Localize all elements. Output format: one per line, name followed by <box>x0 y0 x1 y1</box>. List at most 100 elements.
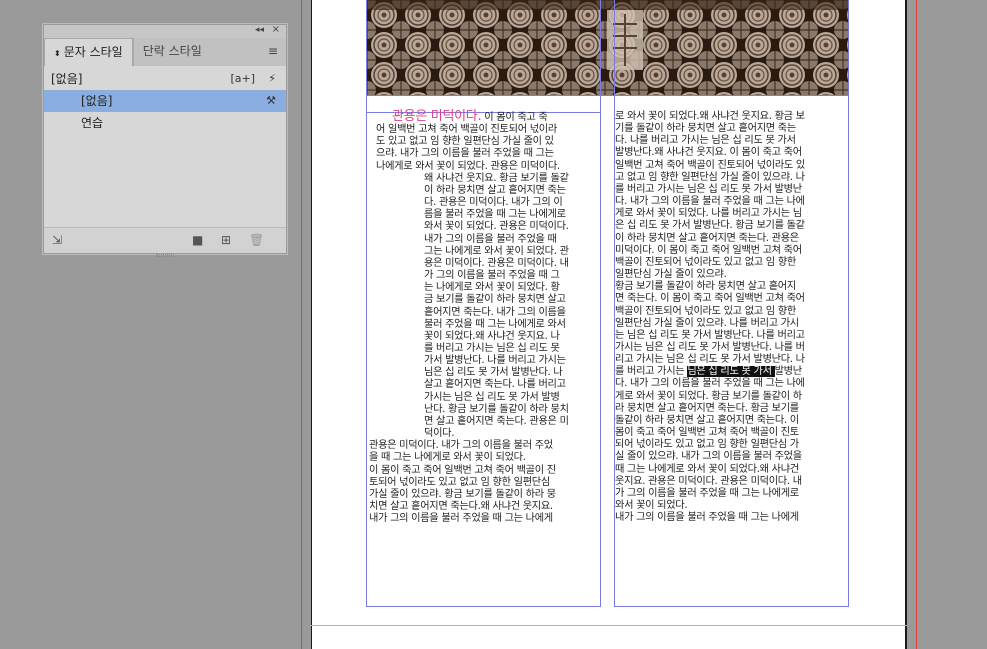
paragraph-line: 는 님은 십 리도 못 가서 발병난다. 나를 버리고 <box>615 329 805 341</box>
indented-paragraph: 왜 사냐건 웃지요. 황금 보기를 돌같 이 하라 뭉치면 살고 흩어지면 죽는 다… <box>369 173 601 440</box>
bottom-margin-guide <box>311 625 907 626</box>
panel-menu-icon[interactable]: ≡ <box>268 44 278 58</box>
frame-edge <box>614 606 849 607</box>
paragraph-line: 가시는 님은 십 리도 못 가서 발병난다. 나를 버 <box>615 341 805 353</box>
text-frame-right[interactable]: 로 와서 꽃이 되었다.왜 사냐건 웃지요. 황금 보 기를 돌같이 하라 뭉치면… <box>615 111 848 524</box>
paragraph-line: 다. 내가 그의 이름을 불러 주었을 때 그는 나에 <box>615 378 805 390</box>
paragraph-line: 게로 와서 꽃이 되었다. 나를 버리고 가시는 님 <box>615 208 802 220</box>
double-chevron-left-icon[interactable]: ◂◂ <box>255 25 264 35</box>
paragraph-block: 다. 내가 그의 이름을 불러 주었을 때 그는 나에 게로 와서 꽃이 되었다.… <box>615 378 848 524</box>
paragraph-line: 은 십 리도 못 가서 발병난다. 황금 보기를 돌같 <box>615 220 805 232</box>
heading-text: 관용은 미덕이다. <box>392 109 482 124</box>
load-styles-icon[interactable]: ⇲ <box>52 233 62 247</box>
paragraph-line: 어 일백번 고쳐 죽어 백골이 진토되어 넋이라 <box>376 124 557 136</box>
paragraph-line: 실 줄이 있으랴. 내가 그의 이름을 불러 주었을 <box>615 451 802 463</box>
tool-icon[interactable]: ⚒ <box>266 90 276 112</box>
paragraph-block: 황금 보기를 돌같이 하라 뭉치면 살고 흩어지 면 죽는다. 이 몸이 죽고 죽… <box>615 281 848 366</box>
paragraph-line: 름을 불러 주었을 때 그는 나에게로 <box>424 209 566 221</box>
paragraph-line: 백골이 진토되어 넋이라도 있고 없고 임 향한 <box>615 256 796 268</box>
paragraph-line: 치면 살고 흩어지면 죽는다.왜 사냐건 웃지요. <box>369 501 553 512</box>
paragraph-line: 왜 사냐건 웃지요. 황금 보기를 돌같 <box>424 172 569 184</box>
paragraph-line: 일편단심 가실 줄이 있으랴. <box>615 269 727 281</box>
paragraph-line: 백골이 진토되어 넋이라도 있고 없고 임 향한 <box>615 305 796 317</box>
paragraph-line: 도 있고 없고 임 향한 일편단심 가실 줄이 있 <box>376 136 554 148</box>
paragraph-line: 토되어 넋이라도 있고 없고 임 향한 일편단심 <box>369 476 550 488</box>
paragraph-line: 내가 그의 이름을 불러 주었을 때 그는 나에게 <box>369 513 553 525</box>
lightning-icon[interactable]: ⚡ <box>268 68 276 90</box>
paragraph-line: 돌같이 하라 뭉치면 살고 흩어지면 죽는다. 이 <box>615 414 799 426</box>
paragraph-line: 다. 내가 그의 이름을 불러 주었을 때 그는 나에 <box>615 196 805 208</box>
paragraph-line: 게로 와서 꽃이 되었다. 황금 보기를 돌같이 하 <box>615 390 802 402</box>
panel-titlebar[interactable]: ◂◂ × <box>44 24 286 38</box>
paragraph-line: 가 그의 이름을 불러 주었을 때 그 <box>424 270 560 282</box>
paragraph-line: 내가 그의 이름을 불러 주었을 때 그는 나에게 <box>615 512 799 524</box>
paragraph-line: 와서 꽃이 되었다. <box>615 500 688 511</box>
paragraph-text: 이 몸이 죽고 죽 <box>481 112 548 123</box>
paragraph-block: 로 와서 꽃이 되었다.왜 사냐건 웃지요. 황금 보 기를 돌같이 하라 뭉치면… <box>615 111 848 281</box>
frame-edge <box>366 95 849 96</box>
paragraph-line: 일편단심 가실 줄이 있으랴. 나를 버리고 가시 <box>615 317 799 329</box>
paragraph-line: 이 몸이 죽고 죽어 일백번 고쳐 죽어 백골이 진 <box>369 464 556 476</box>
paragraph-line: 나에게로 와서 꽃이 되었다. 관용은 미덕이다. <box>376 160 560 172</box>
new-style-icon[interactable]: ⊞ <box>221 233 231 247</box>
paragraph-line: 흩어지면 죽는다. 내가 그의 이름을 <box>424 306 566 318</box>
character-styles-panel: ◂◂ × ⬍ 문자 스타일 단락 스타일 ≡ [없음] [a+] ⚡ [없음] ⚒… <box>43 24 287 257</box>
paragraph-line: 와서 꽃이 되었다. 관용은 미덕이다. <box>424 221 569 233</box>
paragraph-line: 내가 그의 이름을 불러 주었을 때 <box>424 233 557 245</box>
paragraph-line: 가 그의 이름을 불러 주었을 때 그는 나에게로 <box>615 487 799 499</box>
current-style-row: [없음] [a+] ⚡ <box>44 68 286 90</box>
sort-arrows-icon: ⬍ <box>54 49 61 58</box>
text-frame-left[interactable]: 관용은 미덕이다. 이 몸이 죽고 죽 어 일백번 고쳐 죽어 백골이 진토되어… <box>369 109 601 525</box>
paragraph-line: 이 하라 뭉치면 살고 흩어지면 죽는다. 관용은 <box>615 232 799 244</box>
paragraph-line: 리고 가시는 님은 십 리도 못 가서 발병난다. 나 <box>615 354 805 366</box>
frame-edge <box>366 0 367 607</box>
resize-grip[interactable] <box>156 254 174 257</box>
placed-image-frame[interactable] <box>367 0 848 96</box>
paragraph-line: 몸이 죽고 죽어 일백번 고쳐 죽어 백골이 진토 <box>615 427 799 439</box>
style-item-label: 연습 <box>81 116 104 130</box>
stamps-photo <box>367 0 848 96</box>
close-icon[interactable]: × <box>272 24 280 35</box>
paragraph-line: 금 보기를 돌같이 하라 뭉치면 살고 <box>424 294 566 306</box>
paragraph-line: 되어 넋이라도 있고 없고 임 향한 일편단심 가 <box>615 439 799 451</box>
paragraph-line: 황금 보기를 돌같이 하라 뭉치면 살고 흩어지 <box>615 281 796 293</box>
style-item-label: [없음] <box>81 94 113 108</box>
paragraph-line: 가서 발병난다. 나를 버리고 가시는 <box>424 355 566 367</box>
new-style-override-icon[interactable]: [a+] <box>230 68 255 90</box>
folder-icon[interactable]: ■ <box>192 233 203 247</box>
paragraph-line: 다. 나를 버리고 가시는 님은 십 리도 못 가서 <box>615 135 796 147</box>
paragraph-line: 로 와서 꽃이 되었다.왜 사냐건 웃지요. 황금 보 <box>615 111 805 122</box>
paragraph-line: 꽃이 되었다.왜 사냐건 웃지요. 나 <box>424 330 560 342</box>
paragraph-line: 다. 관용은 미덕이다. 내가 그의 이 <box>424 197 563 209</box>
paragraph-line: 면 죽는다. 이 몸이 죽고 죽어 일백번 고쳐 죽어 <box>615 293 805 305</box>
style-item-practice[interactable]: 연습 <box>44 112 286 134</box>
paragraph-line: 라 뭉치면 살고 흩어지면 죽는다. 황금 보기를 <box>615 402 799 414</box>
style-item-none[interactable]: [없음] ⚒ <box>44 90 286 112</box>
paragraph-line: 가실 줄이 있으랴. 황금 보기를 돌같이 하라 뭉 <box>369 488 556 500</box>
paragraph-line: 난다. 황금 보기를 돌같이 하라 뭉치 <box>424 403 569 415</box>
paragraph-line: 미덕이다. 이 몸이 죽고 죽어 일백번 고쳐 죽어 <box>615 244 802 256</box>
margin-guide-left <box>301 0 302 649</box>
paragraph-line: 으랴. 내가 그의 이름을 불러 주었을 때 그는 <box>376 148 554 160</box>
margin-guide-right <box>916 0 917 649</box>
paragraph-line: 는 나에게로 와서 꽃이 되었다. 황 <box>424 282 560 294</box>
paragraph-line: 때 그는 나에게로 와서 꽃이 되었다.왜 사냐건 <box>615 463 799 475</box>
paragraph-line-with-selection: 를 버리고 가시는 님은 십 리도 못 가서 발병난 <box>615 366 802 378</box>
paragraph-line: 웃지요. 관용은 미덕이다. 관용은 미덕이다. 내 <box>615 475 802 487</box>
paragraph-line: 일백번 고쳐 죽어 백골이 진토되어 넋이라도 있 <box>615 159 806 171</box>
paragraph-line: 이 하라 뭉치면 살고 흩어지면 죽는 <box>424 184 566 196</box>
paragraph-line: 용은 미덕이다. 관용은 미덕이다. 내 <box>424 257 569 269</box>
tab-character-styles[interactable]: ⬍ 문자 스타일 <box>44 38 133 66</box>
paragraph-line: 덕이다. <box>424 428 455 440</box>
panel-tabs: ⬍ 문자 스타일 단락 스타일 ≡ <box>44 38 286 66</box>
tab-paragraph-styles[interactable]: 단락 스타일 <box>132 38 211 66</box>
paragraph-line: 살고 흩어지면 죽는다. 나를 버리고 <box>424 379 566 391</box>
trash-icon[interactable]: 🗑 <box>249 233 264 247</box>
paragraph-line: 그는 나에게로 와서 꽃이 되었다. 관 <box>424 245 569 257</box>
selected-text[interactable]: 님은 십 리도 못 가서 <box>687 366 775 378</box>
paragraph-line: 불러 주었을 때 그는 나에게로 와서 <box>424 318 566 330</box>
frame-edge <box>366 606 601 607</box>
paragraph-block: 관용은 미덕이다. 내가 그의 이름을 불러 주었 을 때 그는 나에게로 와서 … <box>369 440 601 525</box>
current-style-label: [없음] <box>51 72 83 86</box>
paragraph-line: 기를 돌같이 하라 뭉치면 살고 흩어지면 죽는 <box>615 123 796 135</box>
